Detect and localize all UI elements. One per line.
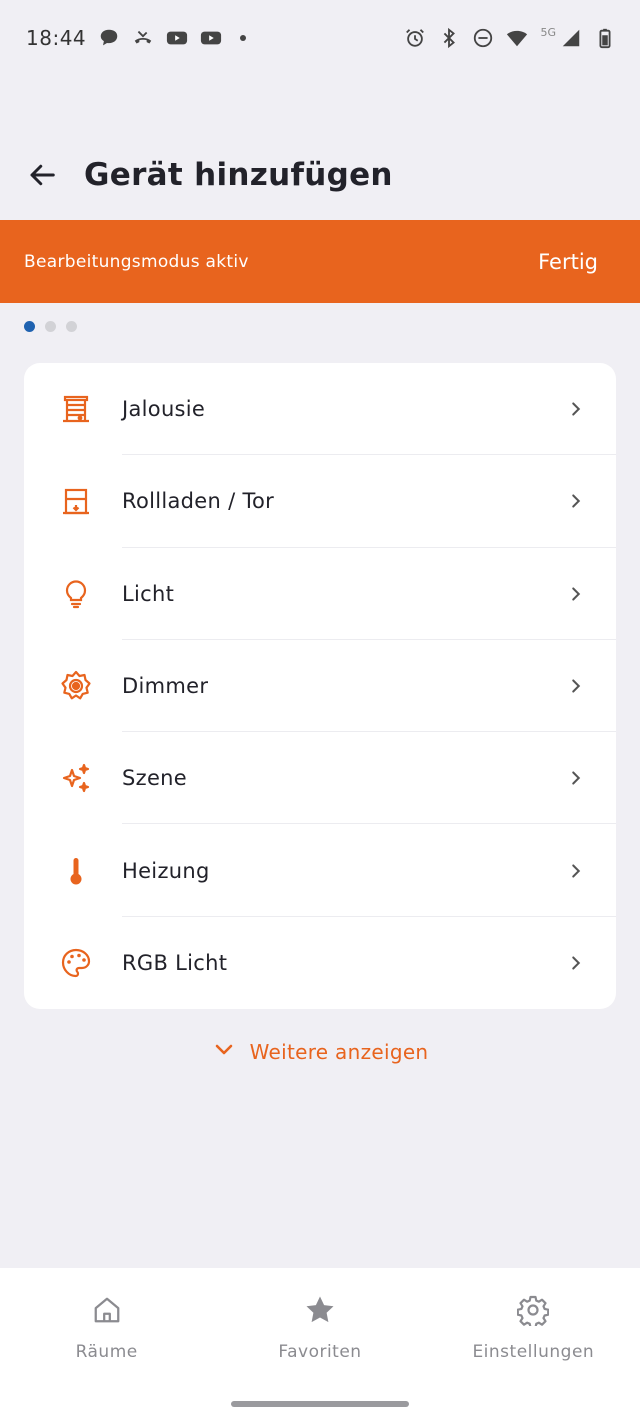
nav-label: Einstellungen: [472, 1342, 595, 1362]
device-type-list: Jalousie Rollladen / Tor Licht Dimmer Sz…: [24, 363, 616, 1009]
chevron-right-icon: [564, 397, 588, 421]
sparkles-icon: [58, 760, 94, 796]
done-button[interactable]: Fertig: [538, 250, 598, 274]
status-left: 18:44: [26, 26, 247, 50]
list-item-label: Rollladen / Tor: [122, 489, 275, 514]
list-item-rollladen-tor[interactable]: Rollladen / Tor: [24, 455, 616, 548]
list-item-szene[interactable]: Szene: [24, 732, 616, 825]
chevron-down-icon: [212, 1038, 236, 1066]
chevron-right-icon: [564, 489, 588, 513]
thermometer-icon: [58, 853, 94, 889]
nav-label: Favoriten: [278, 1342, 362, 1362]
list-item-label: Heizung: [122, 858, 210, 883]
notification-dot: [240, 35, 247, 41]
home-indicator-bar[interactable]: [231, 1401, 409, 1407]
home-icon: [91, 1294, 123, 1326]
blinds-icon: [58, 391, 94, 427]
nav-label: Räume: [75, 1342, 138, 1362]
youtube-icon: [200, 27, 222, 49]
show-more-button[interactable]: Weitere anzeigen: [0, 1030, 640, 1074]
list-item-heizung[interactable]: Heizung: [24, 824, 616, 917]
alarm-icon: [404, 27, 426, 49]
page-title: Gerät hinzufügen: [84, 157, 393, 193]
shutter-icon: [58, 483, 94, 519]
status-bar: 18:44 5G: [0, 0, 640, 76]
page-indicator: [24, 321, 77, 332]
edit-mode-banner: Bearbeitungsmodus aktiv Fertig: [0, 220, 640, 303]
page-dot-1[interactable]: [24, 321, 35, 332]
list-item-label: RGB Licht: [122, 950, 228, 975]
chevron-right-icon: [564, 766, 588, 790]
nav-item-raeume[interactable]: Räume: [0, 1268, 213, 1422]
palette-icon: [58, 945, 94, 981]
list-item-label: Dimmer: [122, 674, 209, 699]
bottom-navigation: Räume Favoriten Einstellungen: [0, 1268, 640, 1422]
missed-call-icon: [132, 27, 154, 49]
gear-icon: [517, 1294, 550, 1326]
list-item-dimmer[interactable]: Dimmer: [24, 640, 616, 733]
youtube-icon: [166, 27, 188, 49]
chevron-right-icon: [564, 674, 588, 698]
back-button[interactable]: [26, 159, 58, 191]
chat-bubble-icon: [98, 27, 120, 49]
list-item-label: Jalousie: [122, 397, 206, 422]
battery-icon: [594, 27, 616, 49]
arrow-left-icon: [30, 164, 55, 186]
status-time: 18:44: [26, 26, 87, 50]
cell-signal-icon: [560, 27, 582, 49]
nav-item-favoriten[interactable]: Favoriten: [213, 1268, 426, 1422]
list-item-rgb-licht[interactable]: RGB Licht: [24, 917, 616, 1009]
edit-mode-text: Bearbeitungsmodus aktiv: [24, 251, 249, 272]
list-item-licht[interactable]: Licht: [24, 548, 616, 640]
nav-item-einstellungen[interactable]: Einstellungen: [427, 1268, 640, 1422]
chevron-right-icon: [564, 859, 588, 883]
do-not-disturb-icon: [472, 27, 494, 49]
chevron-right-icon: [564, 951, 588, 975]
bulb-icon: [58, 576, 94, 612]
network-type-label: 5G: [540, 25, 556, 39]
wifi-icon: [506, 27, 528, 49]
status-right: 5G: [404, 25, 616, 49]
list-item-label: Szene: [122, 766, 188, 791]
chevron-right-icon: [564, 582, 588, 606]
bluetooth-icon: [438, 27, 460, 49]
app-bar: Gerät hinzufügen: [0, 130, 640, 220]
star-icon: [304, 1294, 336, 1326]
page-dot-3[interactable]: [66, 321, 77, 332]
page-dot-2[interactable]: [45, 321, 56, 332]
show-more-label: Weitere anzeigen: [249, 1040, 429, 1064]
dimmer-icon: [58, 668, 94, 704]
list-item-label: Licht: [122, 581, 175, 606]
list-item-jalousie[interactable]: Jalousie: [24, 363, 616, 456]
